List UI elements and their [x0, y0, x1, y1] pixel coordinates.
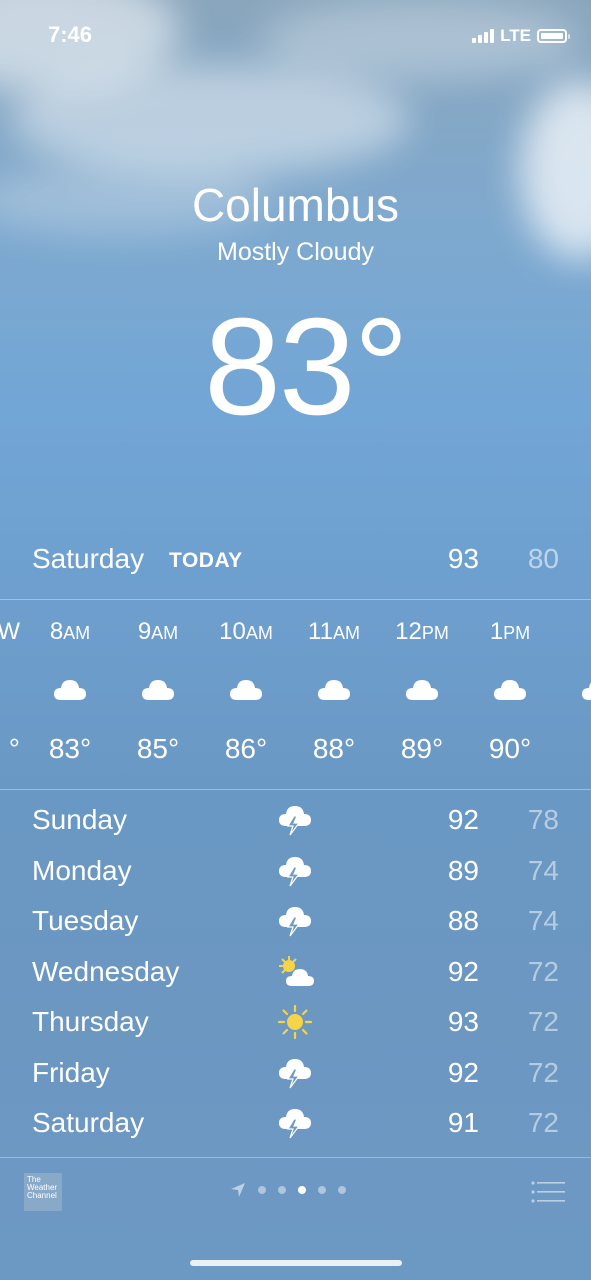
weather-channel-logo[interactable]: The Weather Channel	[24, 1173, 62, 1211]
thunderstorm-icon	[277, 802, 313, 838]
cloud-icon	[378, 676, 466, 702]
status-indicators: LTE	[472, 26, 570, 46]
cloud-icon	[26, 676, 114, 702]
hour-label: 1PM	[489, 618, 531, 645]
cloud-icon	[554, 676, 591, 702]
sun-icon	[277, 1004, 313, 1040]
hour-label: 10AM	[219, 618, 273, 645]
day-name: Thursday	[32, 1006, 149, 1037]
hour-temp: 88°	[312, 733, 356, 764]
today-summary: Saturday TODAY 93 80	[32, 543, 559, 583]
day-high: 93	[447, 1006, 479, 1037]
day-name: Sunday	[32, 804, 127, 835]
cloud-icon	[114, 676, 202, 702]
list-icon[interactable]	[531, 1180, 565, 1204]
thunderstorm-icon	[277, 853, 313, 889]
day-high: 92	[447, 804, 479, 835]
today-label: TODAY	[169, 549, 243, 572]
logo-text: The Weather Channel	[27, 1175, 58, 1200]
page-dot[interactable]	[258, 1186, 266, 1194]
network-type: LTE	[500, 26, 531, 45]
hour-temp: 89°	[400, 733, 444, 764]
hour-temp: 83°	[48, 733, 92, 764]
day-name: Friday	[32, 1056, 110, 1088]
day-high: 88	[447, 905, 479, 936]
status-time: 7:46	[48, 22, 93, 47]
day-high: 92	[447, 1056, 479, 1088]
hour-label: 9AM	[137, 618, 179, 645]
day-low: 72	[527, 955, 559, 987]
today-high: 93	[447, 543, 479, 574]
cloud-icon	[466, 676, 554, 702]
daily-row: Thursday 93 72	[32, 1002, 559, 1053]
day-low: 74	[527, 854, 559, 886]
daily-row: Tuesday 88 74	[32, 901, 559, 952]
hour-temp: 86°	[224, 733, 268, 764]
page-dot[interactable]	[318, 1186, 326, 1194]
day-low: 72	[527, 1006, 559, 1037]
hour-label: 8AM	[49, 618, 91, 645]
day-low: 78	[527, 804, 559, 835]
day-name: Monday	[32, 854, 132, 886]
page-dot[interactable]	[278, 1186, 286, 1194]
day-name: Saturday	[32, 1107, 145, 1138]
current-temperature: 83°	[204, 290, 409, 444]
day-low: 72	[527, 1107, 559, 1138]
thunderstorm-icon	[277, 1105, 313, 1141]
day-name: Tuesday	[32, 905, 139, 936]
home-indicator[interactable]	[190, 1260, 402, 1266]
day-low: 72	[527, 1056, 559, 1088]
location-arrow-icon	[231, 1183, 245, 1197]
daily-forecast: Sunday 92 78 Monday 89 74 Tuesday 88 74 Wednesday…	[32, 800, 559, 1154]
day-high: 91	[447, 1107, 479, 1138]
signal-icon	[472, 29, 495, 43]
battery-icon	[537, 29, 570, 43]
daily-row: Saturday 91 72	[32, 1103, 559, 1154]
divider	[0, 789, 591, 790]
hour-label: 11AM	[308, 618, 360, 645]
cloud-icon	[202, 676, 290, 702]
daily-row: Friday 92 72	[32, 1053, 559, 1104]
day-high: 89	[447, 854, 479, 886]
current-condition: Mostly Cloudy	[217, 238, 374, 266]
today-low: 80	[527, 543, 559, 574]
status-bar: 7:46 LTE	[0, 22, 591, 52]
hour-temp: 85°	[136, 733, 180, 764]
daily-row: Sunday 92 78	[32, 800, 559, 851]
partly-sunny-icon	[277, 954, 314, 990]
footer-toolbar: The Weather Channel	[0, 1158, 591, 1238]
hourly-forecast[interactable]: W ° 8AM 83° 9AM 85° 10AM 86° 11AM 88° 12PM 89° 1PM…	[0, 600, 591, 790]
thunderstorm-icon	[277, 1055, 313, 1091]
day-high: 92	[447, 955, 479, 987]
page-dot[interactable]	[338, 1186, 346, 1194]
hour-temp: 90°	[488, 733, 532, 764]
today-day: Saturday	[32, 543, 145, 574]
day-name: Wednesday	[32, 955, 180, 987]
daily-row: Wednesday 92 72	[32, 952, 559, 1003]
daily-row: Monday 89 74	[32, 851, 559, 902]
hour-label: 12PM	[395, 618, 449, 645]
cloud-icon	[290, 676, 378, 702]
city-name: Columbus	[191, 179, 400, 231]
page-indicator[interactable]	[230, 1182, 346, 1198]
thunderstorm-icon	[277, 903, 313, 939]
page-dot[interactable]	[298, 1186, 306, 1194]
day-low: 74	[527, 905, 559, 936]
